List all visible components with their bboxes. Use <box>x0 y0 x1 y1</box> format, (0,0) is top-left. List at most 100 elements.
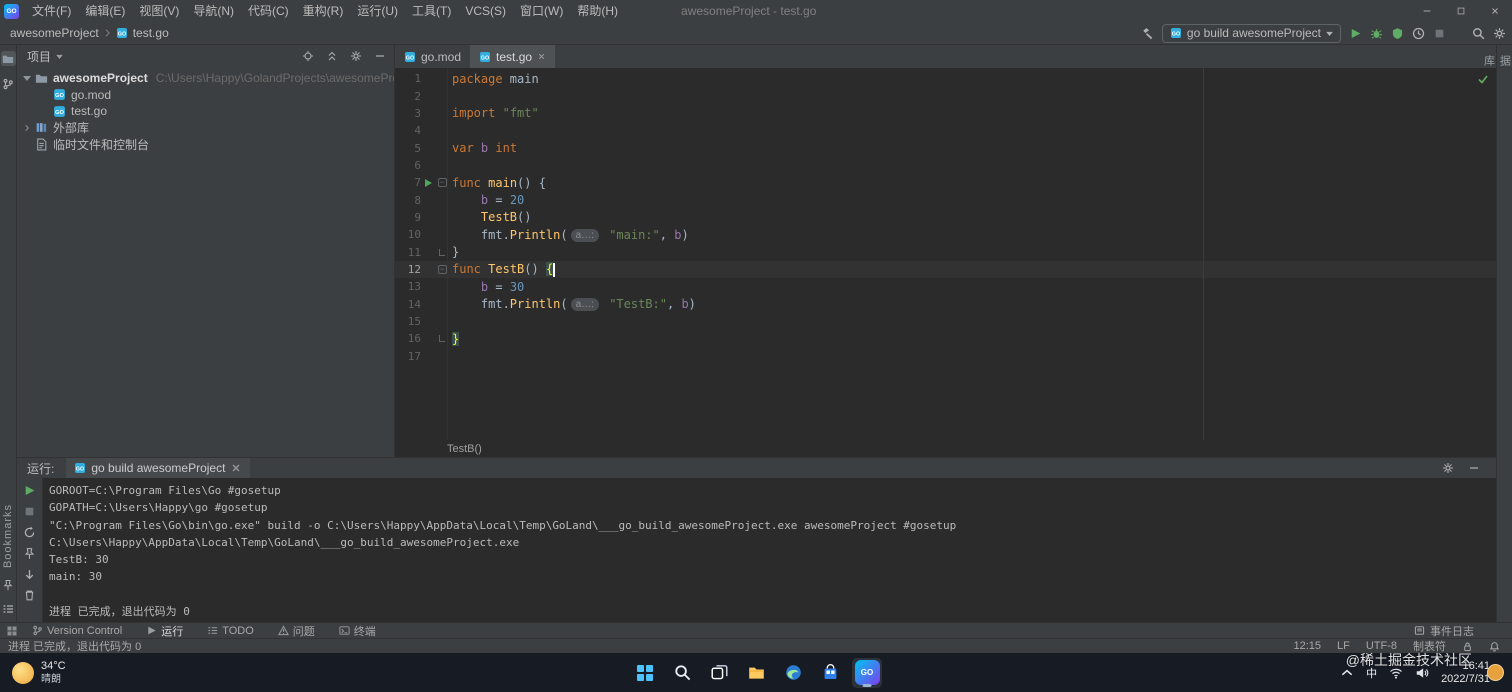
menu-item[interactable]: 运行(U) <box>350 0 405 22</box>
stop-button[interactable] <box>1433 27 1446 40</box>
fold-start-icon[interactable]: − <box>437 178 447 188</box>
bookmarks-stripe-button[interactable]: Bookmarks <box>2 504 14 568</box>
database-stripe-button[interactable]: 数据库 <box>1481 55 1512 70</box>
toolwindow-switcher-icon[interactable] <box>6 625 18 637</box>
run-line-icon[interactable] <box>425 178 432 187</box>
breadcrumb-file[interactable]: test.go <box>133 26 169 40</box>
editor-tab-go.mod[interactable]: GO go.mod <box>395 45 470 68</box>
toolwindow-todo[interactable]: TODO <box>207 625 254 637</box>
project-view-dropdown-icon[interactable] <box>56 54 63 59</box>
code-line-6[interactable]: 6 <box>395 157 1496 174</box>
code-line-3[interactable]: 3 import "fmt" <box>395 105 1496 122</box>
structure-stripe-button[interactable] <box>1 601 16 616</box>
hide-panel-icon[interactable] <box>374 50 386 62</box>
tree-item[interactable]: 临时文件和控制台 <box>17 136 394 153</box>
taskbar-store[interactable] <box>815 658 845 688</box>
tree-expanded-arrow[interactable] <box>23 74 31 82</box>
code-line-11[interactable]: 11} <box>395 243 1496 260</box>
code-line-10[interactable]: 10 fmt.Println(a…: "main:", b) <box>395 226 1496 243</box>
clear-icon[interactable] <box>23 589 36 602</box>
collapse-all-icon[interactable] <box>326 50 338 62</box>
inspections-ok-icon[interactable] <box>1477 73 1489 85</box>
menu-item[interactable]: 编辑(E) <box>78 0 132 22</box>
taskbar-goland[interactable]: GO <box>852 657 882 688</box>
commit-stripe-button[interactable] <box>1 76 16 91</box>
editor-breadcrumb[interactable]: TestB() <box>395 440 1496 457</box>
taskbar-start[interactable] <box>630 658 660 688</box>
pin-icon[interactable] <box>23 547 36 560</box>
menu-item[interactable]: 代码(C) <box>241 0 296 22</box>
code-line-7[interactable]: 7 − func main() { <box>395 174 1496 191</box>
project-stripe-button[interactable] <box>0 51 16 66</box>
scroll-down-icon[interactable] <box>23 568 36 581</box>
search-everywhere-icon[interactable] <box>1472 27 1485 40</box>
maximize-button[interactable] <box>1444 0 1478 22</box>
taskbar-explorer[interactable] <box>741 658 771 688</box>
tree-item[interactable]: 外部库 <box>17 120 394 137</box>
fold-end-icon[interactable] <box>439 248 445 256</box>
minimize-button[interactable] <box>1410 0 1444 22</box>
toolwindow-terminal[interactable]: 终端 <box>339 623 376 638</box>
breadcrumb-project[interactable]: awesomeProject <box>10 26 99 40</box>
code-line-17[interactable]: 17 <box>395 348 1496 365</box>
run-tab[interactable]: GO go build awesomeProject <box>66 458 251 478</box>
menu-item[interactable]: 文件(F) <box>25 0 78 22</box>
tree-item[interactable]: GO go.mod <box>17 87 394 104</box>
code-line-12[interactable]: 12 − func TestB() { <box>395 260 1496 279</box>
settings-gear-icon[interactable] <box>1493 27 1506 40</box>
taskbar-taskview[interactable] <box>704 658 734 688</box>
notifications-icon[interactable] <box>1489 641 1500 652</box>
code-line-16[interactable]: 16} <box>395 330 1496 347</box>
taskbar-edge[interactable] <box>778 658 808 688</box>
tree-item[interactable]: GO test.go <box>17 103 394 120</box>
menu-item[interactable]: VCS(S) <box>458 0 513 22</box>
code-area[interactable]: 1 package main 2 3 import "fmt" 4 5 var b int 6 7… <box>395 68 1496 440</box>
build-hammer-icon[interactable] <box>1141 27 1154 40</box>
menu-item[interactable]: 帮助(H) <box>570 0 625 22</box>
run-settings-gear-icon[interactable] <box>1442 462 1454 474</box>
menu-item[interactable]: 窗口(W) <box>513 0 570 22</box>
project-settings-gear-icon[interactable] <box>350 50 362 62</box>
project-panel-title[interactable]: 项目 <box>27 48 51 65</box>
profiler-button[interactable] <box>1412 27 1425 40</box>
editor-tab-test.go[interactable]: GO test.go <box>470 45 556 68</box>
taskbar-search[interactable] <box>667 658 697 688</box>
rerun-icon[interactable] <box>23 484 36 497</box>
stop-icon[interactable] <box>23 505 36 518</box>
code-line-9[interactable]: 9 TestB() <box>395 209 1496 226</box>
coverage-button[interactable] <box>1391 27 1404 40</box>
pin-stripe-button[interactable] <box>1 577 16 592</box>
menu-item[interactable]: 重构(R) <box>296 0 351 22</box>
caret-position[interactable]: 12:15 <box>1293 640 1321 652</box>
close-button[interactable] <box>1478 0 1512 22</box>
code-line-5[interactable]: 5 var b int <box>395 139 1496 156</box>
fold-start-icon[interactable]: − <box>437 264 447 274</box>
debug-button[interactable] <box>1370 27 1383 40</box>
select-opened-file-icon[interactable] <box>302 50 314 62</box>
close-tab-icon[interactable] <box>537 52 546 61</box>
event-log-button[interactable]: 事件日志 <box>1414 623 1474 638</box>
tree-collapsed-arrow[interactable] <box>23 124 31 132</box>
tree-item[interactable]: awesomeProject C:\Users\Happy\GolandProje… <box>17 70 394 87</box>
code-line-1[interactable]: 1 package main <box>395 70 1496 87</box>
run-config-select[interactable]: GO go build awesomeProject <box>1161 23 1341 43</box>
menu-item[interactable]: 工具(T) <box>405 0 458 22</box>
menu-item[interactable]: 视图(V) <box>132 0 186 22</box>
toolwindow-problems[interactable]: 问题 <box>277 623 315 638</box>
code-line-15[interactable]: 15 <box>395 313 1496 330</box>
code-line-4[interactable]: 4 <box>395 122 1496 139</box>
run-button[interactable] <box>1349 27 1362 40</box>
code-line-13[interactable]: 13 b = 30 <box>395 278 1496 295</box>
hide-run-panel-icon[interactable] <box>1468 462 1480 474</box>
close-run-tab-icon[interactable] <box>230 462 242 474</box>
menu-item[interactable]: 导航(N) <box>186 0 241 22</box>
code-line-2[interactable]: 2 <box>395 87 1496 104</box>
fold-end-icon[interactable] <box>439 335 445 343</box>
taskbar-weather-widget[interactable]: 34°C 晴朗 <box>0 660 66 686</box>
toolwindow-run[interactable]: 运行 <box>146 623 183 638</box>
toolwindow-version-control[interactable]: Version Control <box>32 625 122 637</box>
line-number: 7 <box>414 176 421 190</box>
restart-icon[interactable] <box>23 526 36 539</box>
code-line-14[interactable]: 14 fmt.Println(a…: "TestB:", b) <box>395 295 1496 312</box>
code-line-8[interactable]: 8 b = 20 <box>395 191 1496 208</box>
